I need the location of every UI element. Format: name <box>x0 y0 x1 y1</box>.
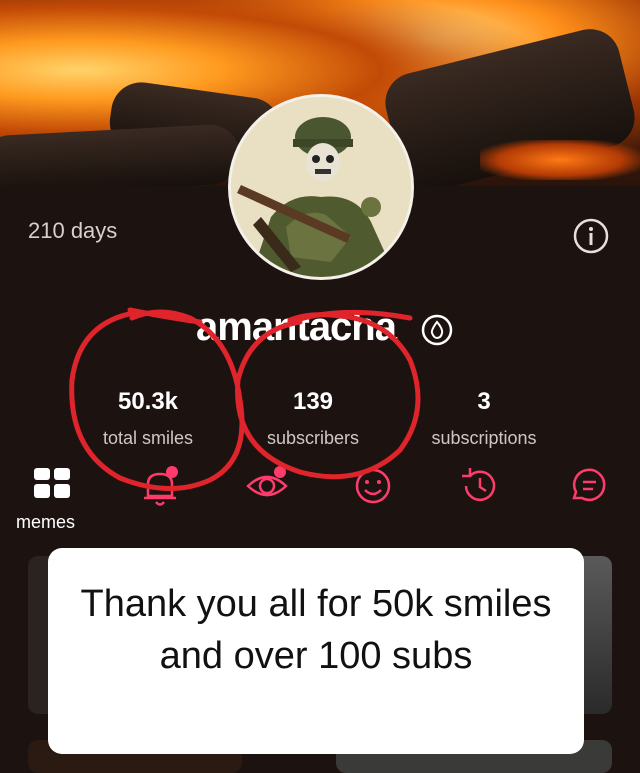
grid-icon <box>34 468 70 498</box>
stat-label: subscribers <box>266 428 360 448</box>
tab-memes[interactable] <box>30 462 80 512</box>
soldier-avatar-art <box>231 97 411 277</box>
chat-icon <box>572 468 606 502</box>
cover-ember <box>480 140 640 180</box>
stat-value: 50.3k <box>117 388 179 415</box>
username: amantacha <box>196 305 397 349</box>
caption-text: Thank you all for 50k smiles and over 10… <box>80 583 552 677</box>
stat-value: 139 <box>292 388 334 415</box>
notification-dot <box>274 466 286 478</box>
history-icon <box>462 468 496 502</box>
notification-dot <box>166 466 178 478</box>
tab-notifications[interactable] <box>138 462 188 512</box>
stat-subscribers[interactable]: 139 subscribers <box>248 388 378 449</box>
stat-subscriptions[interactable]: 3 subscriptions <box>414 388 554 449</box>
stat-label: subscriptions <box>431 428 537 448</box>
tab-smiles[interactable] <box>350 462 400 512</box>
tab-history[interactable] <box>456 462 506 512</box>
avatar[interactable] <box>228 94 414 280</box>
tab-memes-label: memes <box>16 512 76 532</box>
days-label: 210 days <box>28 218 118 243</box>
stat-value: 3 <box>477 388 491 415</box>
info-icon[interactable] <box>573 218 609 254</box>
tab-views[interactable] <box>244 462 294 512</box>
caption-box: Thank you all for 50k smiles and over 10… <box>48 548 584 754</box>
cover-log <box>0 123 242 186</box>
tab-chat[interactable] <box>566 462 616 512</box>
smiley-icon <box>355 468 391 504</box>
stat-total-smiles[interactable]: 50.3k total smiles <box>88 388 208 449</box>
stat-label: total smiles <box>102 428 194 448</box>
drop-icon <box>421 314 453 346</box>
profile-tabs <box>0 462 640 522</box>
